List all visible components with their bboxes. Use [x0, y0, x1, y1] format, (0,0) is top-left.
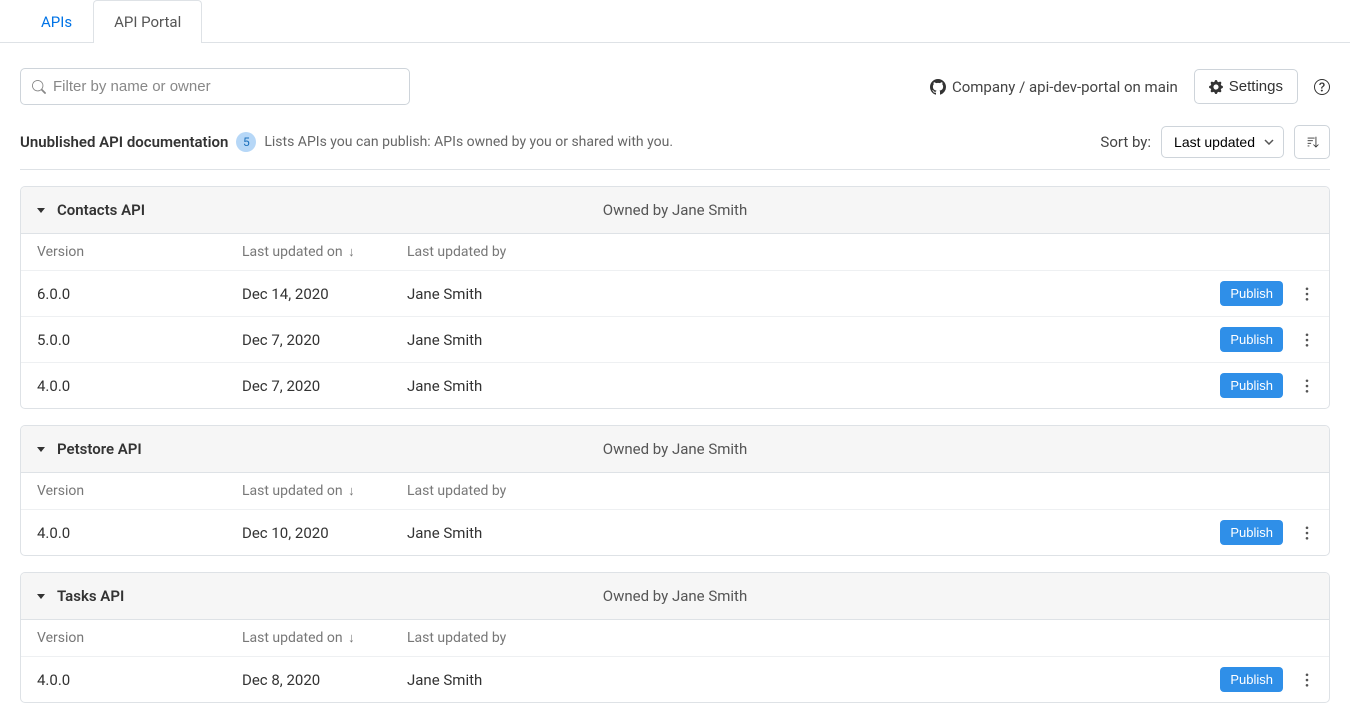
settings-button[interactable]: Settings	[1194, 69, 1298, 104]
col-header-updated-by[interactable]: Last updated by	[407, 483, 1183, 499]
group-name: Tasks API	[57, 587, 124, 605]
col-header-updated-on[interactable]: Last updated on ↓	[242, 244, 407, 260]
cell-updated-on: Dec 7, 2020	[242, 331, 407, 349]
cell-version: 4.0.0	[37, 524, 242, 542]
cell-updated-by: Jane Smith	[407, 671, 1183, 689]
cell-updated-on: Dec 14, 2020	[242, 285, 407, 303]
col-header-updated-on[interactable]: Last updated on ↓	[242, 630, 407, 646]
more-vertical-icon	[1305, 673, 1309, 687]
more-vertical-icon	[1305, 379, 1309, 393]
api-group: Tasks APIOwned by Jane SmithVersionLast …	[20, 572, 1330, 703]
sort-select-wrap: Last updated	[1161, 126, 1284, 158]
more-actions-button[interactable]	[1301, 669, 1313, 691]
table-row: 6.0.0Dec 14, 2020Jane Smith Publish	[21, 271, 1329, 317]
table-row: 4.0.0Dec 7, 2020Jane Smith Publish	[21, 363, 1329, 408]
group-name: Petstore API	[57, 440, 142, 458]
settings-label: Settings	[1229, 78, 1283, 95]
more-vertical-icon	[1305, 526, 1309, 540]
section-title: Unublished API documentation	[20, 133, 228, 151]
section-left: Unublished API documentation 5 Lists API…	[20, 132, 673, 152]
publish-button[interactable]: Publish	[1220, 520, 1283, 545]
table-row: 5.0.0Dec 7, 2020Jane Smith Publish	[21, 317, 1329, 363]
group-name: Contacts API	[57, 201, 145, 219]
more-actions-button[interactable]	[1301, 375, 1313, 397]
cell-updated-by: Jane Smith	[407, 524, 1183, 542]
arrow-down-icon: ↓	[348, 245, 355, 260]
table-header: VersionLast updated on ↓Last updated by	[21, 473, 1329, 510]
tab-apis[interactable]: APIs	[20, 0, 93, 43]
table-row: 4.0.0Dec 10, 2020Jane Smith Publish	[21, 510, 1329, 555]
cell-updated-on: Dec 8, 2020	[242, 671, 407, 689]
cell-updated-on: Dec 7, 2020	[242, 377, 407, 395]
sort-label: Sort by:	[1100, 133, 1151, 151]
table-header: VersionLast updated on ↓Last updated by	[21, 234, 1329, 271]
sort-descending-icon	[1305, 135, 1319, 149]
section-description: Lists APIs you can publish: APIs owned b…	[264, 134, 673, 150]
sort-select[interactable]: Last updated	[1161, 126, 1284, 158]
help-icon[interactable]	[1314, 79, 1330, 95]
col-header-updated-on[interactable]: Last updated on ↓	[242, 483, 407, 499]
group-header[interactable]: Contacts API Owned by Jane Smith	[21, 187, 1329, 234]
cell-version: 4.0.0	[37, 671, 242, 689]
tab-api-portal[interactable]: API Portal	[93, 0, 202, 43]
repo-info: Company / api-dev-portal on main	[930, 78, 1178, 96]
cell-version: 6.0.0	[37, 285, 242, 303]
col-header-version[interactable]: Version	[37, 630, 242, 646]
group-owner: Owned by Jane Smith	[603, 440, 747, 458]
toolbar: Company / api-dev-portal on main Setting…	[20, 68, 1330, 105]
table-row: 4.0.0Dec 8, 2020Jane Smith Publish	[21, 657, 1329, 702]
arrow-down-icon: ↓	[348, 484, 355, 499]
publish-button[interactable]: Publish	[1220, 373, 1283, 398]
caret-down-icon	[37, 594, 45, 599]
gear-icon	[1209, 80, 1223, 94]
cell-version: 4.0.0	[37, 377, 242, 395]
toolbar-right: Company / api-dev-portal on main Setting…	[930, 69, 1330, 104]
col-header-version[interactable]: Version	[37, 244, 242, 260]
caret-down-icon	[37, 208, 45, 213]
group-owner: Owned by Jane Smith	[603, 201, 747, 219]
publish-button[interactable]: Publish	[1220, 667, 1283, 692]
filter-input[interactable]	[20, 68, 410, 105]
api-group: Contacts APIOwned by Jane SmithVersionLa…	[20, 186, 1330, 409]
github-icon	[930, 79, 946, 95]
section-header: Unublished API documentation 5 Lists API…	[20, 125, 1330, 170]
filter-wrap	[20, 68, 410, 105]
more-actions-button[interactable]	[1301, 522, 1313, 544]
more-actions-button[interactable]	[1301, 329, 1313, 351]
cell-updated-by: Jane Smith	[407, 331, 1183, 349]
group-header[interactable]: Tasks API Owned by Jane Smith	[21, 573, 1329, 620]
col-header-updated-by[interactable]: Last updated by	[407, 244, 1183, 260]
arrow-down-icon: ↓	[348, 631, 355, 646]
publish-button[interactable]: Publish	[1220, 327, 1283, 352]
caret-down-icon	[37, 447, 45, 452]
section-right: Sort by: Last updated	[1100, 125, 1330, 159]
more-actions-button[interactable]	[1301, 283, 1313, 305]
tab-bar: APIs API Portal	[0, 0, 1350, 43]
cell-updated-on: Dec 10, 2020	[242, 524, 407, 542]
cell-updated-by: Jane Smith	[407, 377, 1183, 395]
group-header[interactable]: Petstore API Owned by Jane Smith	[21, 426, 1329, 473]
group-owner: Owned by Jane Smith	[603, 587, 747, 605]
cell-updated-by: Jane Smith	[407, 285, 1183, 303]
sort-direction-button[interactable]	[1294, 125, 1330, 159]
api-group: Petstore APIOwned by Jane SmithVersionLa…	[20, 425, 1330, 556]
count-badge: 5	[236, 132, 256, 152]
publish-button[interactable]: Publish	[1220, 281, 1283, 306]
table-header: VersionLast updated on ↓Last updated by	[21, 620, 1329, 657]
repo-text: Company / api-dev-portal on main	[952, 78, 1178, 96]
col-header-version[interactable]: Version	[37, 483, 242, 499]
col-header-updated-by[interactable]: Last updated by	[407, 630, 1183, 646]
more-vertical-icon	[1305, 333, 1309, 347]
more-vertical-icon	[1305, 287, 1309, 301]
cell-version: 5.0.0	[37, 331, 242, 349]
